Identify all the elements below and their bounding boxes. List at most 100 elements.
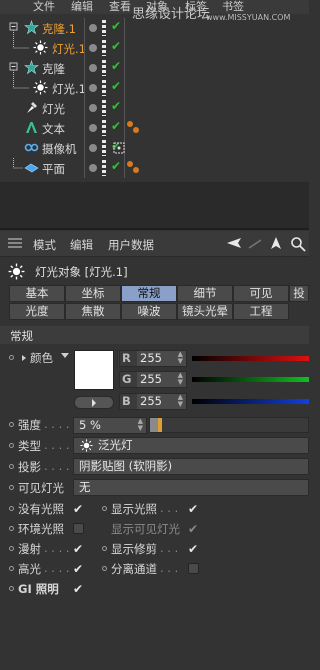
tab-noise[interactable]: 噪波: [121, 303, 177, 320]
object-name[interactable]: 克隆.1: [42, 21, 76, 37]
enabled-check-icon[interactable]: ✔: [111, 39, 121, 53]
back-arrow-icon[interactable]: [226, 237, 242, 249]
animate-bullet-icon[interactable]: [9, 464, 14, 469]
r-input-field[interactable]: R 255 ▲ ▼: [119, 350, 187, 367]
enabled-check-icon[interactable]: ✔: [111, 19, 121, 33]
layer-dot[interactable]: [89, 164, 97, 172]
visibility-toggle[interactable]: [102, 160, 106, 176]
enabled-check-icon[interactable]: ✔: [111, 159, 121, 173]
separate-pass-checkbox[interactable]: [188, 563, 199, 574]
object-name[interactable]: 灯光: [42, 101, 65, 117]
b-input-field[interactable]: B 255 ▲ ▼: [119, 393, 187, 410]
visibility-toggle[interactable]: [102, 60, 106, 76]
up-arrow-icon[interactable]: [270, 236, 282, 250]
intensity-input[interactable]: 5 % ▲ ▼: [73, 417, 147, 434]
visibility-toggle[interactable]: [102, 20, 106, 36]
visibility-toggle[interactable]: [102, 100, 106, 116]
g-spinner-icon[interactable]: ▲ ▼: [178, 372, 183, 386]
ambient-checkbox[interactable]: [73, 523, 84, 534]
material-tag-icon[interactable]: [126, 160, 140, 176]
intensity-slider[interactable]: [149, 417, 309, 433]
object-name[interactable]: 克隆: [42, 61, 65, 77]
search-icon[interactable]: [290, 236, 306, 252]
layer-dot[interactable]: [89, 24, 97, 32]
b-slider[interactable]: [192, 399, 309, 404]
enabled-check-icon[interactable]: ✔: [111, 99, 121, 113]
animate-bullet-icon[interactable]: [102, 506, 107, 511]
object-row-text[interactable]: 文本 ✔: [0, 118, 309, 138]
object-row-light-1[interactable]: 灯光.1 ✔: [0, 78, 309, 98]
specular-check-icon[interactable]: ✔: [73, 563, 83, 575]
grip-handle-icon[interactable]: [8, 238, 22, 250]
tab-project[interactable]: 工程: [233, 303, 289, 320]
b-spinner-icon[interactable]: ▲ ▼: [178, 394, 183, 408]
r-slider[interactable]: [192, 356, 309, 361]
animate-bullet-icon[interactable]: [9, 546, 14, 551]
menu-am-edit[interactable]: 编辑: [70, 237, 93, 253]
tab-visibility[interactable]: 可见: [233, 285, 289, 302]
menu-bookmarks[interactable]: 书签: [222, 0, 244, 14]
show-illumination-check-icon[interactable]: ✔: [188, 503, 198, 515]
tab-shadow[interactable]: 投: [289, 285, 309, 302]
visibility-toggle[interactable]: [102, 40, 106, 56]
object-name[interactable]: 灯光.1: [52, 81, 84, 97]
object-name[interactable]: 平面: [42, 161, 65, 177]
r-spinner-icon[interactable]: ▲ ▼: [178, 351, 183, 365]
object-name[interactable]: 文本: [42, 121, 65, 137]
dropdown-arrow-icon[interactable]: [61, 353, 69, 359]
color-swatch[interactable]: [74, 350, 114, 390]
tab-caustics[interactable]: 焦散: [65, 303, 121, 320]
tab-photometric[interactable]: 光度: [9, 303, 65, 320]
enabled-check-icon[interactable]: ✔: [111, 59, 121, 73]
visible-light-dropdown[interactable]: 无: [73, 479, 309, 496]
menu-view[interactable]: 查看: [109, 0, 131, 14]
visibility-toggle[interactable]: [102, 80, 106, 96]
layer-dot[interactable]: [89, 64, 97, 72]
object-name[interactable]: 灯光.1: [52, 41, 84, 57]
object-row-cloner[interactable]: 克隆 ✔: [0, 58, 309, 78]
animate-bullet-icon[interactable]: [9, 443, 14, 448]
enabled-check-icon[interactable]: ✔: [111, 79, 121, 93]
layer-dot[interactable]: [89, 144, 97, 152]
show-clipping-check-icon[interactable]: ✔: [188, 543, 198, 555]
color-picker-button[interactable]: [74, 396, 114, 409]
layer-dot[interactable]: [89, 84, 97, 92]
object-row-camera[interactable]: 摄像机 ✔: [0, 138, 309, 158]
intensity-spinner-icon[interactable]: ▲ ▼: [138, 418, 143, 432]
tab-general[interactable]: 常规: [121, 285, 177, 302]
tab-coord[interactable]: 坐标: [65, 285, 121, 302]
animate-bullet-icon[interactable]: [9, 586, 14, 591]
animate-bullet-icon[interactable]: [9, 485, 14, 490]
expand-triangle-icon[interactable]: [21, 354, 27, 362]
menu-user-data[interactable]: 用户数据: [108, 237, 154, 253]
animate-bullet-icon[interactable]: [102, 566, 107, 571]
diffuse-check-icon[interactable]: ✔: [73, 543, 83, 555]
g-slider[interactable]: [192, 377, 309, 382]
no-illumination-check-icon[interactable]: ✔: [73, 503, 83, 515]
tab-lens-flare[interactable]: 镜头光晕: [177, 303, 233, 320]
animate-bullet-icon[interactable]: [9, 422, 14, 427]
menu-edit[interactable]: 编辑: [71, 0, 93, 14]
gi-check-icon[interactable]: ✔: [73, 583, 83, 595]
panel-splitter[interactable]: [0, 182, 309, 230]
animate-bullet-icon[interactable]: [9, 566, 14, 571]
tab-details[interactable]: 细节: [177, 285, 233, 302]
object-row-plane[interactable]: 平面 ✔: [0, 158, 309, 178]
material-tag-icon[interactable]: [126, 120, 140, 136]
animate-bullet-icon[interactable]: [102, 546, 107, 551]
layer-dot[interactable]: [89, 104, 97, 112]
type-dropdown[interactable]: 泛光灯: [73, 437, 309, 454]
animate-bullet-icon[interactable]: [9, 526, 14, 531]
visibility-toggle[interactable]: [102, 140, 106, 156]
target-tag-icon[interactable]: [113, 142, 125, 154]
object-row-spotlight[interactable]: 灯光 ✔: [0, 98, 309, 118]
enabled-check-icon[interactable]: ✔: [111, 119, 121, 133]
animate-bullet-icon[interactable]: [9, 506, 14, 511]
animate-bullet-icon[interactable]: [9, 355, 14, 360]
visibility-toggle[interactable]: [102, 120, 106, 136]
object-name[interactable]: 摄像机: [42, 141, 77, 157]
layer-dot[interactable]: [89, 44, 97, 52]
menu-mode[interactable]: 模式: [33, 237, 56, 253]
intensity-handle[interactable]: [158, 418, 162, 432]
g-input-field[interactable]: G 255 ▲ ▼: [119, 371, 187, 388]
